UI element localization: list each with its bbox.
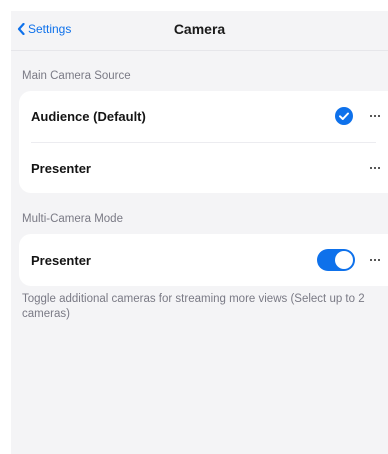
more-options-button[interactable] [368,161,382,175]
checkmark-circle-icon [335,107,353,125]
ellipsis-icon [369,258,373,262]
camera-option-label: Presenter [31,160,91,176]
camera-option-audience[interactable]: Audience (Default) [19,91,388,141]
camera-settings-panel: Settings Camera Main Camera Source Audie… [11,11,388,454]
multi-camera-card: Presenter [19,234,388,286]
multi-camera-section-label: Multi-Camera Mode [22,213,123,225]
ellipsis-icon [369,166,373,170]
more-options-button[interactable] [368,109,382,123]
chevron-left-icon [17,23,25,35]
more-options-button[interactable] [368,253,382,267]
multi-camera-toggle[interactable] [317,249,355,271]
toggle-knob [335,251,353,269]
main-camera-section-label: Main Camera Source [22,70,131,82]
back-button[interactable]: Settings [17,22,71,36]
camera-option-label: Audience (Default) [31,108,146,124]
multi-camera-option-label: Presenter [31,252,91,268]
ellipsis-icon [369,114,373,118]
multi-camera-option-presenter[interactable]: Presenter [19,235,388,285]
navigation-bar: Settings Camera [11,11,388,51]
camera-option-presenter[interactable]: Presenter [19,143,388,193]
multi-camera-helper-text: Toggle additional cameras for streaming … [22,293,365,320]
back-button-label: Settings [28,22,72,36]
main-camera-card: Audience (Default) Presenter [19,91,388,193]
